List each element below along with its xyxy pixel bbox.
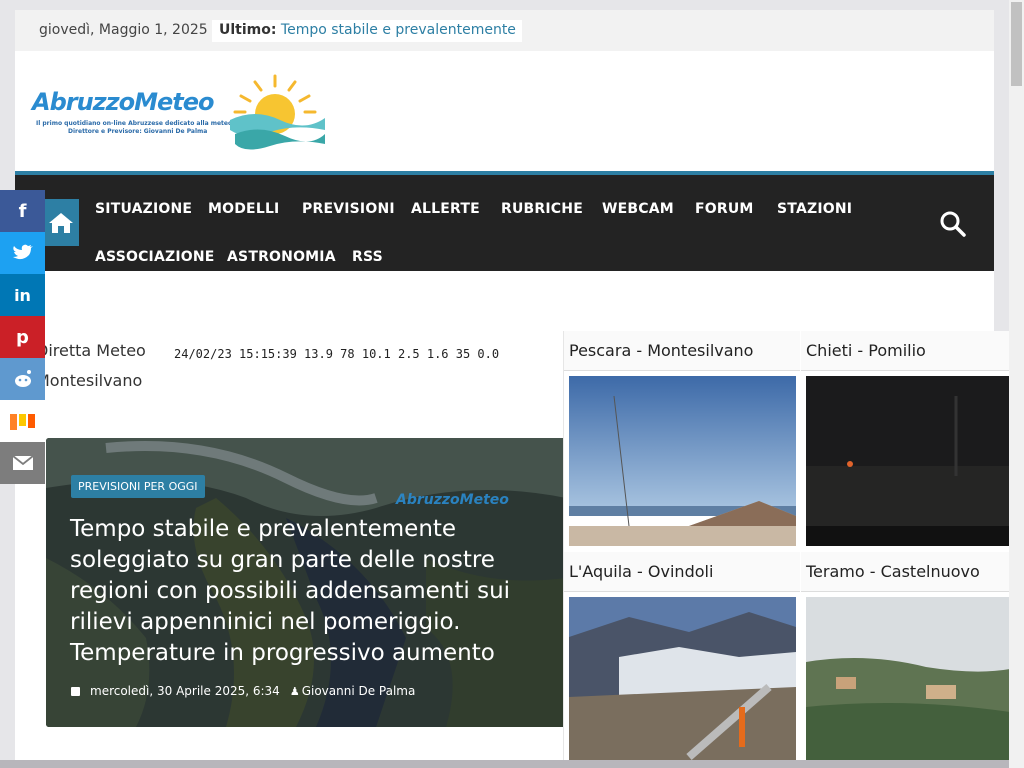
nav-astronomia[interactable]: ASTRONOMIA	[227, 249, 336, 265]
share-email-button[interactable]	[0, 442, 45, 484]
logo-director: Direttore e Previsore: Giovanni De Palma	[68, 128, 208, 135]
webcam-label-teramo[interactable]: Teramo - Castelnuovo	[801, 552, 1010, 592]
category-badge[interactable]: PREVISIONI PER OGGI	[71, 475, 205, 498]
sun-waves-icon	[230, 74, 325, 150]
share-mix-button[interactable]	[0, 400, 45, 442]
webcam-image-pescara[interactable]	[569, 376, 796, 546]
webcam-label-laquila[interactable]: L'Aquila - Ovindoli	[564, 552, 800, 592]
calendar-icon	[71, 686, 80, 696]
featured-article[interactable]: AbruzzoMeteo PREVISIONI PER OGGI Tempo s…	[46, 438, 566, 727]
current-date: giovedì, Maggio 1, 2025	[39, 22, 208, 38]
ticker-label: Ultimo:	[219, 22, 277, 38]
home-button[interactable]	[43, 199, 79, 246]
article-meta: mercoledì, 30 Aprile 2025, 6:34 ♟ Giovan…	[71, 684, 415, 698]
share-reddit-button[interactable]	[0, 358, 45, 400]
live-weather-location: Montesilvano	[36, 371, 143, 390]
logo-text: AbruzzoMeteo	[32, 88, 214, 116]
share-linkedin-button[interactable]: in	[0, 274, 45, 316]
webcam-grid: Pescara - Montesilvano Chieti - Pomilio …	[563, 331, 1010, 760]
site-logo[interactable]: AbruzzoMeteo Il primo quotidiano on-line…	[30, 72, 330, 152]
vertical-scrollbar[interactable]	[1009, 0, 1024, 768]
live-weather-label: Diretta Meteo	[36, 341, 146, 360]
reddit-icon	[14, 370, 31, 387]
news-ticker[interactable]: Ultimo: Tempo stabile e prevalentemente	[212, 20, 522, 42]
ticker-link[interactable]: Tempo stabile e prevalentemente	[281, 22, 516, 38]
article-date[interactable]: mercoledì, 30 Aprile 2025, 6:34	[90, 684, 280, 698]
nav-situazione[interactable]: SITUAZIONE	[95, 201, 192, 217]
nav-webcam[interactable]: WEBCAM	[602, 201, 674, 217]
share-facebook-button[interactable]: f	[0, 190, 45, 232]
scrollbar-thumb[interactable]	[1011, 2, 1022, 86]
search-button[interactable]	[939, 210, 967, 238]
top-bar: giovedì, Maggio 1, 2025 Ultimo: Tempo st…	[15, 10, 994, 51]
article-author[interactable]: Giovanni De Palma	[302, 684, 416, 698]
watermark-logo: AbruzzoMeteo	[396, 492, 509, 508]
webcam-image-chieti[interactable]	[806, 376, 1010, 546]
twitter-icon	[12, 244, 33, 260]
nav-rubriche[interactable]: RUBRICHE	[501, 201, 583, 217]
home-icon	[49, 212, 73, 233]
webcam-image-ovindoli[interactable]	[569, 597, 796, 760]
nav-associazione[interactable]: ASSOCIAZIONE	[95, 249, 215, 265]
email-icon	[11, 455, 34, 470]
main-nav: SITUAZIONE MODELLI PREVISIONI ALLERTE RU…	[15, 175, 994, 271]
nav-previsioni[interactable]: PREVISIONI	[302, 201, 395, 217]
horizontal-scrollbar[interactable]	[0, 760, 1009, 768]
live-weather-readings: 24/02/23 15:15:39 13.9 78 10.1 2.5 1.6 3…	[174, 347, 500, 361]
webcam-label-chieti[interactable]: Chieti - Pomilio	[801, 331, 1010, 371]
share-pinterest-button[interactable]: p	[0, 316, 45, 358]
search-icon	[940, 211, 966, 237]
logo-tagline: Il primo quotidiano on-line Abruzzese de…	[36, 120, 256, 127]
facebook-icon: f	[18, 200, 27, 222]
mix-icon	[9, 414, 35, 430]
webcam-image-castelnuovo[interactable]	[806, 597, 1010, 760]
nav-stazioni[interactable]: STAZIONI	[777, 201, 852, 217]
nav-modelli[interactable]: MODELLI	[208, 201, 279, 217]
nav-forum[interactable]: FORUM	[695, 201, 754, 217]
share-twitter-button[interactable]	[0, 232, 45, 274]
article-title[interactable]: Tempo stabile e prevalentemente soleggia…	[70, 514, 540, 669]
user-icon: ♟	[289, 684, 300, 698]
pinterest-icon: p	[16, 326, 29, 348]
webcam-label-pescara[interactable]: Pescara - Montesilvano	[564, 331, 800, 371]
nav-rss[interactable]: RSS	[352, 249, 383, 265]
linkedin-icon: in	[14, 285, 31, 305]
nav-allerte[interactable]: ALLERTE	[411, 201, 480, 217]
